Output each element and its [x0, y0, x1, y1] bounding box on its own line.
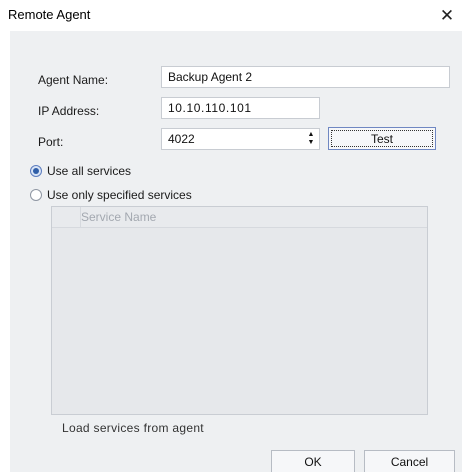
- services-grid[interactable]: Service Name: [51, 206, 428, 415]
- agent-name-input[interactable]: Backup Agent 2: [161, 66, 450, 88]
- port-spinner[interactable]: ▲ ▼: [305, 130, 317, 148]
- ip-address-label: IP Address:: [38, 104, 100, 118]
- close-icon: ✕: [439, 5, 455, 25]
- port-value: 4022: [168, 132, 195, 146]
- cancel-button-label: Cancel: [390, 454, 429, 469]
- test-button[interactable]: Test: [328, 127, 436, 150]
- port-label: Port:: [38, 135, 64, 149]
- grid-column-service-name[interactable]: Service Name: [81, 210, 156, 224]
- cancel-button[interactable]: Cancel: [364, 450, 455, 472]
- grid-row-indicator-header: [52, 207, 81, 227]
- radio-indicator-checked[interactable]: [30, 165, 42, 177]
- remote-agent-dialog: Remote Agent ✕ Agent Name: Backup Agent …: [0, 0, 462, 472]
- agent-name-label: Agent Name:: [38, 73, 109, 87]
- grid-header: Service Name: [52, 207, 427, 228]
- ok-button-label: OK: [304, 454, 322, 469]
- radio-use-all-label: Use all services: [47, 164, 132, 178]
- load-services-link[interactable]: Load services from agent: [62, 421, 204, 435]
- focus-ring: [331, 130, 433, 147]
- radio-use-specified-label: Use only specified services: [47, 188, 192, 202]
- chevron-up-icon[interactable]: ▲: [308, 131, 315, 139]
- radio-use-specified-services[interactable]: Use only specified services: [30, 188, 192, 202]
- close-button[interactable]: ✕: [432, 0, 462, 31]
- chevron-down-icon[interactable]: ▼: [308, 139, 315, 147]
- radio-indicator-unchecked[interactable]: [30, 189, 42, 201]
- port-input[interactable]: 4022 ▲ ▼: [161, 128, 320, 150]
- agent-name-value: Backup Agent 2: [168, 70, 253, 84]
- ok-button[interactable]: OK: [271, 450, 355, 472]
- dialog-title: Remote Agent: [8, 7, 91, 22]
- ip-address-input[interactable]: 10.10.110.101: [161, 97, 320, 119]
- ip-address-value: 10.10.110.101: [168, 101, 252, 115]
- title-bar: Remote Agent ✕: [0, 0, 462, 31]
- radio-use-all-services[interactable]: Use all services: [30, 164, 131, 178]
